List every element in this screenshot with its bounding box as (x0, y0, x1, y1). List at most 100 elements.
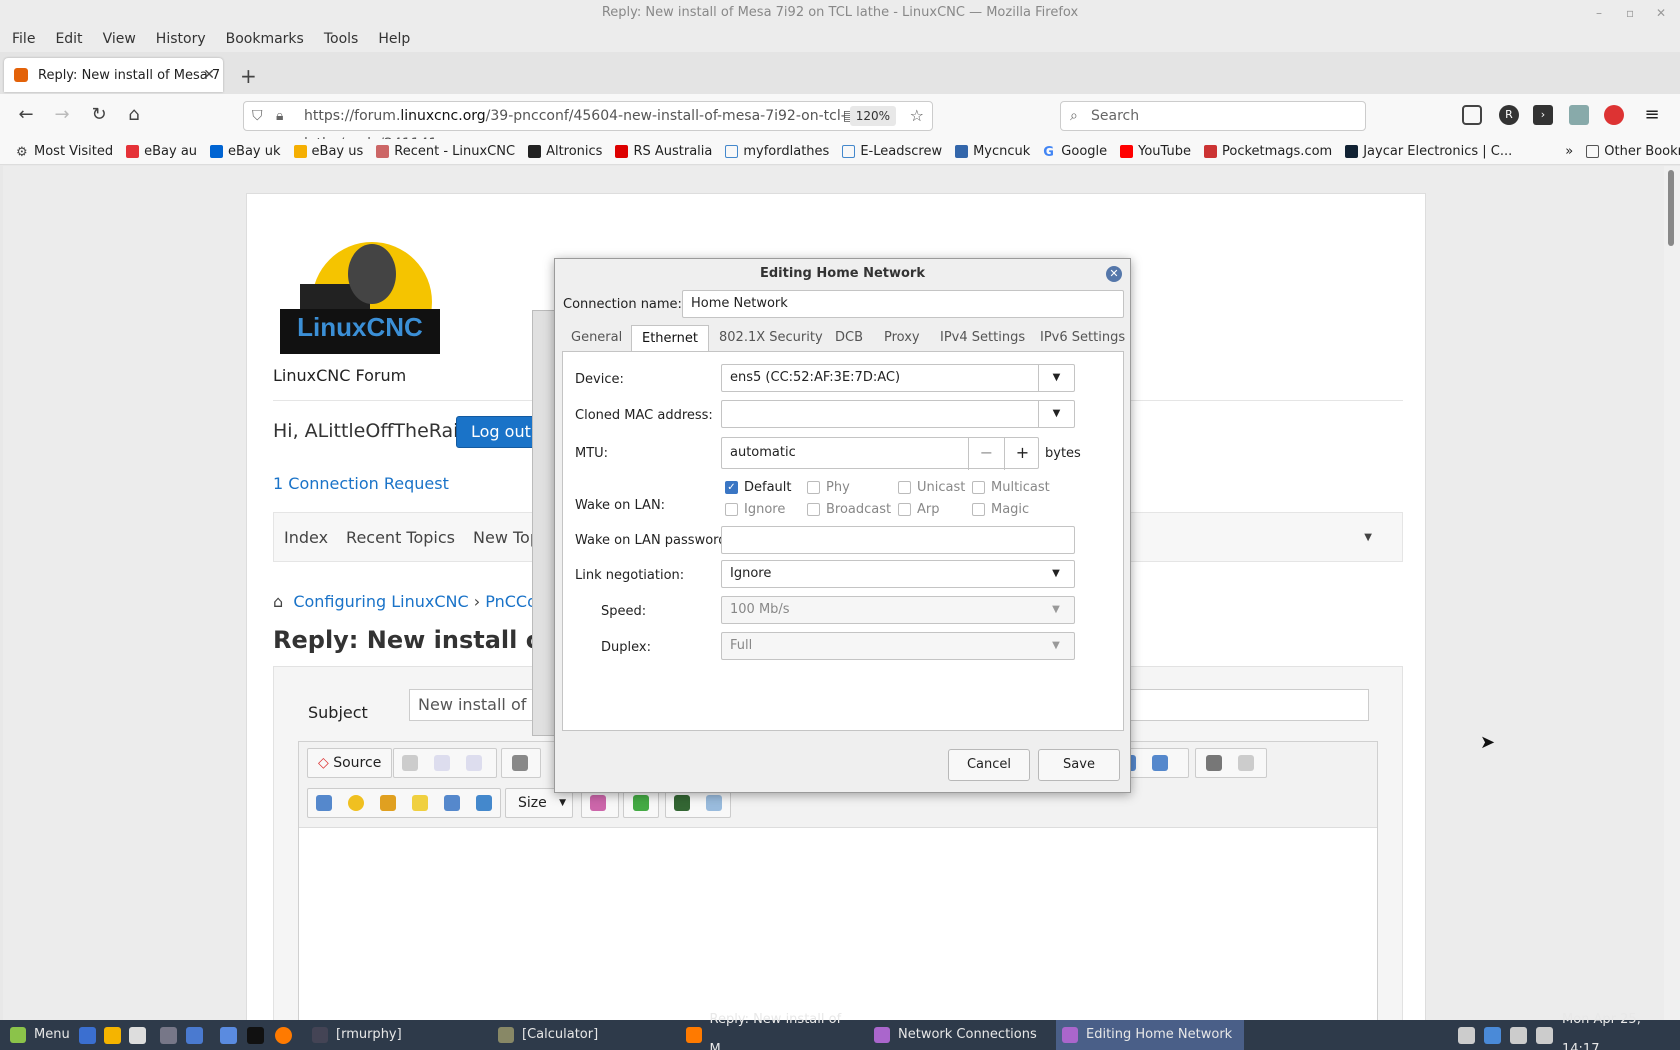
breadcrumb-configuring[interactable]: Configuring LinuxCNC (293, 592, 468, 611)
bookmark-ebay-uk[interactable]: eBay uk (210, 144, 281, 159)
tab-8021x-security[interactable]: 802.1X Security (719, 325, 823, 351)
bookmark-pocketmags[interactable]: Pocketmags.com (1204, 144, 1332, 159)
files-launcher-icon[interactable] (220, 1027, 237, 1044)
tab-general[interactable]: General (571, 325, 622, 351)
shield-tray-icon[interactable] (1484, 1027, 1501, 1044)
wol-broadcast-checkbox[interactable]: Broadcast (807, 502, 891, 517)
device-dropdown-icon[interactable]: ▼ (1038, 365, 1074, 391)
menu-tools[interactable]: Tools (324, 31, 359, 47)
nav-recent-topics[interactable]: Recent Topics (346, 528, 455, 547)
cloned-mac-select[interactable]: ▼ (721, 400, 1075, 428)
menu-help[interactable]: Help (378, 31, 410, 47)
extension-icon[interactable] (1569, 105, 1589, 125)
wol-multicast-checkbox[interactable]: Multicast (972, 480, 1050, 495)
start-menu-button[interactable]: Menu (4, 1020, 76, 1050)
clock[interactable]: Mon Apr 25, 14:17 (1562, 1012, 1680, 1050)
reload-icon[interactable]: ↻ (87, 104, 111, 125)
page-scrollbar[interactable] (1664, 166, 1680, 1020)
device-select[interactable]: ens5 (CC:52:AF:3E:7D:AC) ▼ (721, 364, 1075, 392)
bookmark-other[interactable]: Other Bookmarks (1586, 144, 1680, 159)
nav-dropdown-icon[interactable]: ▼ (1364, 532, 1372, 543)
calculator-launcher-icon[interactable] (160, 1027, 177, 1044)
connection-request-link[interactable]: 1 Connection Request (273, 474, 449, 493)
bookmark-most-visited[interactable]: ⚙ Most Visited (16, 144, 113, 160)
tab-dcb[interactable]: DCB (835, 325, 863, 351)
source-button[interactable]: ◇ Source (307, 748, 393, 778)
refresh-icon[interactable] (476, 795, 492, 811)
tab-close-icon[interactable]: ✕ (203, 67, 215, 83)
wol-arp-checkbox[interactable]: Arp (898, 502, 940, 517)
redo-icon[interactable] (466, 755, 482, 771)
maximize-icon[interactable] (633, 795, 649, 811)
video-icon[interactable] (674, 795, 690, 811)
bookmark-youtube[interactable]: YouTube (1120, 144, 1191, 159)
menu-edit[interactable]: Edit (55, 31, 82, 47)
browser-tab[interactable]: Reply: New install of Mesa 7 ✕ (4, 58, 223, 92)
speed-dropdown-icon[interactable]: ▼ (1038, 597, 1074, 623)
scrollbar-thumb[interactable] (1668, 170, 1674, 246)
wol-ignore-checkbox[interactable]: Ignore (725, 502, 785, 517)
save-button[interactable]: Save (1038, 749, 1120, 781)
bookmark-altronics[interactable]: Altronics (528, 144, 602, 159)
pocket-icon[interactable] (1462, 105, 1482, 125)
zoom-level[interactable]: 120% (849, 106, 896, 126)
cloned-mac-dropdown-icon[interactable]: ▼ (1038, 401, 1074, 427)
bookmarks-overflow-icon[interactable]: » (1565, 144, 1573, 159)
task-rmurphy[interactable]: [rmurphy] (306, 1020, 482, 1050)
bookmark-myfordlathes[interactable]: myfordlathes (725, 144, 829, 159)
logout-button[interactable]: Log out (456, 416, 536, 448)
find-icon[interactable] (512, 755, 528, 771)
image-icon[interactable] (316, 795, 332, 811)
mtu-increment-button[interactable]: + (1004, 438, 1040, 470)
bookmark-jaycar[interactable]: Jaycar Electronics | C... (1345, 144, 1512, 159)
task-network-connections[interactable]: Network Connections (868, 1020, 1052, 1050)
notification-extension-icon[interactable] (1604, 105, 1624, 125)
back-arrow-icon[interactable]: ← (14, 104, 38, 125)
app-launcher-icon[interactable] (104, 1027, 121, 1044)
network-tray-icon[interactable] (1510, 1027, 1527, 1044)
wol-phy-checkbox[interactable]: Phy (807, 480, 850, 495)
dialog-close-icon[interactable]: ✕ (1106, 266, 1122, 282)
home-breadcrumb-icon[interactable]: ⌂ (273, 592, 283, 611)
firefox-launcher-icon[interactable] (275, 1027, 292, 1044)
close-window-icon[interactable]: ✕ (1656, 0, 1666, 26)
speed-select[interactable]: 100 Mb/s ▼ (721, 596, 1075, 624)
bookmark-recent-linuxcnc[interactable]: Recent - LinuxCNC (376, 144, 515, 159)
url-bar[interactable]: ⛉ 🔒︎ https://forum.linuxcnc.org/39-pncco… (243, 101, 933, 152)
undo-icon[interactable] (434, 755, 450, 771)
notes-launcher-icon[interactable] (129, 1027, 146, 1044)
display-tray-icon[interactable] (1458, 1027, 1475, 1044)
rtl-icon[interactable] (1152, 755, 1168, 771)
nav-index[interactable]: Index (284, 528, 328, 547)
terminal-extension-icon[interactable]: › (1533, 105, 1553, 125)
smiley-icon[interactable] (348, 795, 364, 811)
bookmark-ebay-us[interactable]: eBay us (293, 144, 363, 159)
tab-ethernet[interactable]: Ethernet (631, 325, 709, 351)
search-input[interactable]: ⌕ Search (1060, 101, 1366, 131)
task-firefox[interactable]: Reply: New install of M... (680, 1012, 864, 1050)
menu-file[interactable]: File (12, 31, 35, 47)
connection-name-input[interactable]: Home Network (682, 290, 1124, 318)
terminal-launcher-icon[interactable] (247, 1027, 264, 1044)
link-negotiation-dropdown-icon[interactable]: ▼ (1038, 561, 1074, 587)
unlink-icon[interactable] (1238, 755, 1254, 771)
bookmark-ebay-au[interactable]: eBay au (126, 144, 197, 159)
tab-ipv6-settings[interactable]: IPv6 Settings (1040, 325, 1125, 351)
insert-page-icon[interactable] (444, 795, 460, 811)
mtu-input[interactable]: automatic − + (721, 437, 1040, 470)
lock-icon[interactable]: 🔒︎ (276, 102, 283, 130)
bookmark-star-icon[interactable]: ☆ (910, 102, 924, 130)
menu-bookmarks[interactable]: Bookmarks (226, 31, 304, 47)
color-grid-icon[interactable] (590, 795, 606, 811)
mail-launcher-icon[interactable] (79, 1027, 96, 1044)
mtu-decrement-button[interactable]: − (968, 438, 1004, 470)
shield-icon[interactable]: ⛉ (252, 102, 263, 130)
home-icon[interactable]: ⌂ (122, 104, 146, 125)
lock-icon[interactable] (380, 795, 396, 811)
bookmark-mycncuk[interactable]: Mycncuk (955, 144, 1030, 159)
link-icon[interactable] (1206, 755, 1222, 771)
menu-view[interactable]: View (103, 31, 136, 47)
volume-tray-icon[interactable] (1536, 1027, 1553, 1044)
duplex-select[interactable]: Full ▼ (721, 632, 1075, 660)
new-tab-icon[interactable]: + (240, 64, 257, 88)
